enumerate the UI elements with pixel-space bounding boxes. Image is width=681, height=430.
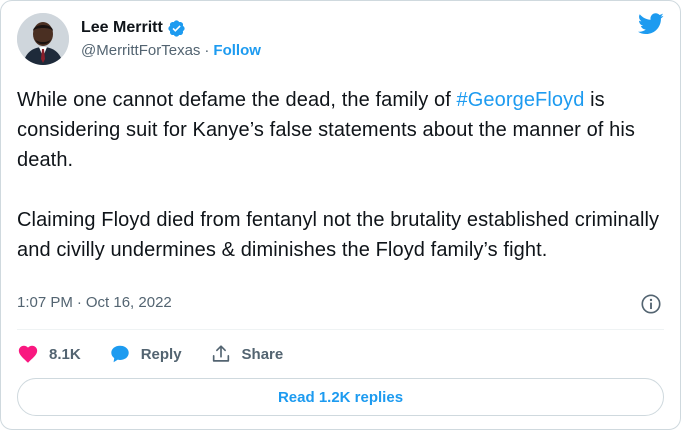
twitter-bird-icon[interactable] (637, 13, 664, 35)
tweet-text: While one cannot defame the dead, the fa… (17, 85, 666, 265)
tweet-time: 1:07 PM (17, 294, 73, 311)
speech-bubble-icon (109, 343, 131, 365)
verified-badge-icon (167, 19, 186, 38)
info-icon[interactable] (640, 293, 662, 315)
like-count: 8.1K (49, 345, 81, 363)
divider (17, 329, 664, 330)
handle-separator: · (204, 42, 210, 59)
heart-icon (17, 343, 39, 365)
tweet-header: Lee Merritt @MerrittForTexas · Follow (17, 13, 664, 69)
reply-label: Reply (140, 345, 182, 363)
timestamp-separator: · (76, 294, 82, 311)
tweet-paragraph-2: Claiming Floyd died from fentanyl not th… (17, 209, 660, 261)
author-info: Lee Merritt @MerrittForTexas · Follow (81, 17, 261, 59)
tweet-text-part-1: While one cannot defame the dead, the fa… (17, 89, 457, 111)
tweet-timestamp[interactable]: 1:07 PM · Oct 16, 2022 (17, 294, 172, 311)
read-replies-label: Read 1.2K replies (277, 388, 404, 406)
like-button[interactable]: 8.1K (17, 343, 81, 365)
share-button[interactable]: Share (210, 343, 284, 365)
share-label: Share (241, 345, 284, 363)
author-handle[interactable]: @MerrittForTexas (81, 42, 200, 59)
author-display-name[interactable]: Lee Merritt (81, 19, 163, 37)
tweet-card: Lee Merritt @MerrittForTexas · Follow Wh… (0, 0, 681, 430)
tweet-actions: 8.1K Reply Share (17, 341, 311, 367)
follow-button[interactable]: Follow (213, 42, 261, 59)
read-replies-button[interactable]: Read 1.2K replies (17, 378, 664, 416)
tweet-date: Oct 16, 2022 (85, 294, 172, 311)
avatar[interactable] (17, 13, 69, 65)
reply-button[interactable]: Reply (109, 343, 182, 365)
tweet-paragraph-1: While one cannot defame the dead, the fa… (17, 85, 666, 175)
hashtag-link[interactable]: #GeorgeFloyd (457, 89, 585, 111)
share-upload-icon (210, 343, 232, 365)
